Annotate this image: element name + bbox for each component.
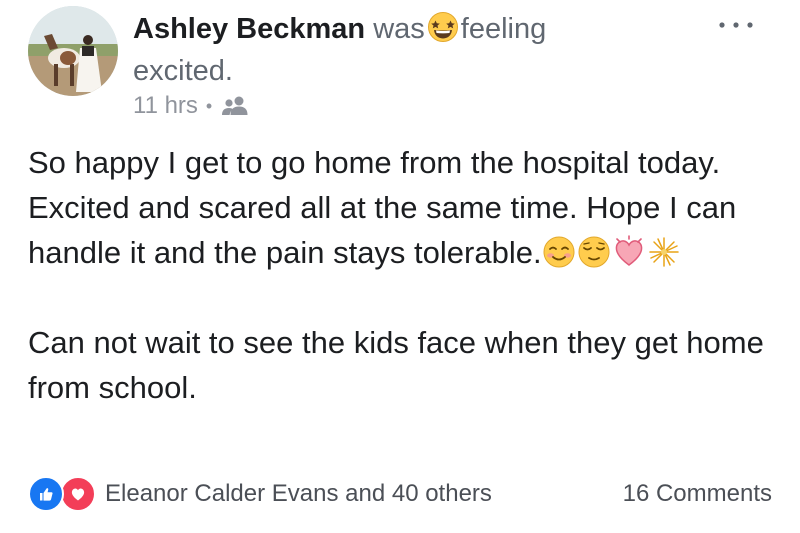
ellipsis-icon [719, 22, 753, 28]
thumbs-up-icon [40, 488, 53, 501]
author-name[interactable]: Ashley Beckman [133, 13, 365, 45]
reactions-summary[interactable]: Eleanor Calder Evans and 40 others [28, 476, 492, 512]
friends-icon[interactable] [220, 95, 250, 117]
post-body: So happy I get to go home from the hospi… [28, 140, 788, 410]
post-meta: 11 hrs • [133, 90, 250, 122]
like-icon [28, 476, 64, 512]
star-struck-emoji-icon [427, 12, 458, 42]
activity-verb: was [373, 13, 425, 45]
post-header-line: Ashley Beckman was feeling excited. [133, 8, 693, 92]
feed-post: Ashley Beckman was feeling excited. 11 h… [0, 0, 800, 533]
author-avatar[interactable] [28, 6, 118, 96]
meta-separator: • [205, 96, 213, 116]
heart-icon [71, 488, 85, 501]
post-footer: Eleanor Calder Evans and 40 others 16 Co… [28, 474, 778, 512]
smiling-face-icon [543, 236, 575, 268]
sparkler-icon [648, 237, 679, 267]
post-paragraph-1: So happy I get to go home from the hospi… [28, 140, 788, 275]
post-paragraph-2: Can not wait to see the kids face when t… [28, 325, 764, 405]
activity-text: feeling [460, 13, 547, 45]
post-timestamp[interactable]: 11 hrs [133, 90, 198, 122]
love-icon [60, 476, 96, 512]
avatar-photo [28, 6, 118, 96]
relieved-face-icon [578, 236, 610, 268]
more-options-button[interactable] [712, 10, 760, 40]
feeling-text[interactable]: excited. [133, 55, 233, 87]
beating-heart-icon [615, 235, 642, 266]
reactors-text[interactable]: Eleanor Calder Evans and 40 others [105, 476, 492, 512]
comments-count-link[interactable]: 16 Comments [623, 476, 772, 512]
